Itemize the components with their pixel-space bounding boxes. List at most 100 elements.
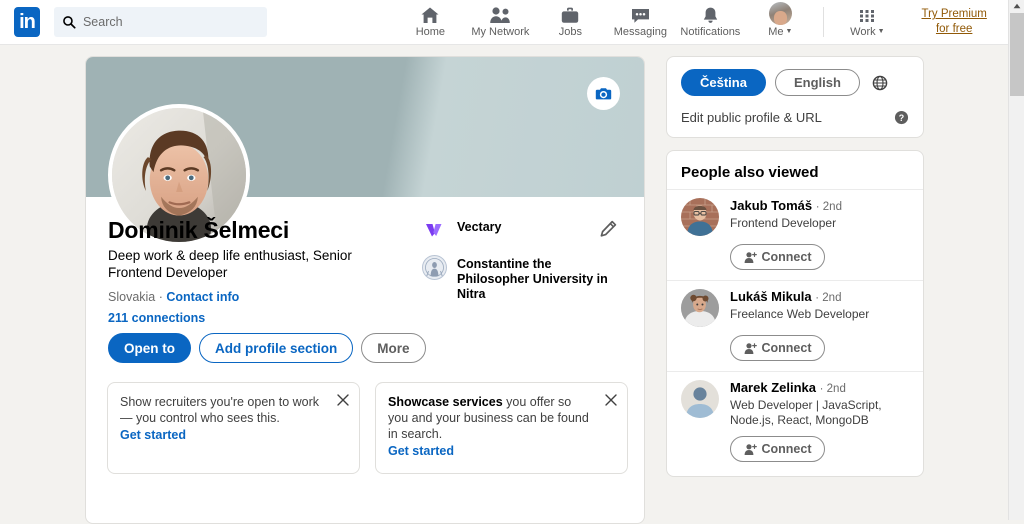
open-to-button[interactable]: Open to [108, 333, 191, 363]
connect-button[interactable]: Connect [730, 335, 825, 361]
camera-icon [595, 86, 612, 102]
search-box[interactable] [54, 7, 267, 37]
promo-get-started-link[interactable]: Get started [388, 444, 454, 458]
edit-public-profile-row[interactable]: Edit public profile & URL ? [681, 110, 909, 125]
avatar [681, 380, 719, 418]
globe-icon[interactable] [872, 75, 888, 91]
connect-label: Connect [762, 341, 812, 355]
grid-apps-icon [858, 6, 876, 25]
nav-item-jobs[interactable]: Jobs [535, 0, 605, 45]
connect-person-icon [744, 342, 757, 355]
connect-button[interactable]: Connect [730, 244, 825, 270]
person-row[interactable]: Jakub Tomáš · 2nd Frontend Developer [681, 198, 909, 236]
scrollbar-up-arrow[interactable] [1009, 0, 1024, 12]
search-icon [62, 15, 76, 29]
nav-label: Work ▼ [850, 26, 884, 38]
promo-card-showcase-services: Showcase services you offer so you and y… [375, 382, 628, 474]
person-row[interactable]: Marek Zelinka · 2nd Web Developer | Java… [681, 380, 909, 428]
nav-item-messaging[interactable]: Messaging [605, 0, 675, 45]
add-profile-section-button[interactable]: Add profile section [199, 333, 353, 363]
help-question-icon[interactable]: ? [894, 110, 909, 125]
right-rail: Čeština English Edit public profile & UR… [666, 56, 924, 477]
jobs-briefcase-icon [560, 6, 580, 25]
vertical-scrollbar[interactable] [1008, 0, 1024, 520]
nav-label: Me ▼ [768, 26, 792, 38]
person-name[interactable]: Jakub Tomáš · 2nd [730, 198, 842, 215]
person-name-text: Marek Zelinka [730, 380, 816, 395]
person-subtitle: Web Developer | JavaScript, Node.js, Rea… [730, 398, 909, 428]
more-button[interactable]: More [361, 333, 425, 363]
avatar-portrait-image [681, 289, 719, 327]
organization-row-company[interactable]: Vectary [421, 217, 621, 244]
list-item: Lukáš Mikula · 2nd Freelance Web Develop… [667, 280, 923, 371]
person-name-text: Lukáš Mikula [730, 289, 812, 304]
person-info: Lukáš Mikula · 2nd Freelance Web Develop… [730, 289, 869, 322]
profile-card: Dominik Šelmeci Deep work & deep life en… [85, 56, 645, 524]
nav-label: My Network [471, 26, 529, 38]
person-info: Jakub Tomáš · 2nd Frontend Developer [730, 198, 842, 231]
connect-label: Connect [762, 250, 812, 264]
try-premium-link[interactable]: Try Premium for free [914, 7, 994, 37]
nav-item-my-network[interactable]: My Network [465, 0, 535, 45]
nav-label: Jobs [559, 26, 582, 38]
location-text: Slovakia [108, 290, 155, 304]
search-input[interactable] [83, 15, 259, 29]
scrollbar-thumb[interactable] [1010, 13, 1024, 96]
page-body: Dominik Šelmeci Deep work & deep life en… [0, 45, 1008, 520]
bell-icon [701, 6, 720, 25]
nav-items: Home My Network Jobs [395, 0, 902, 45]
contact-info-link[interactable]: Contact info [166, 290, 239, 304]
avatar [681, 198, 719, 236]
language-button-cestina[interactable]: Čeština [681, 69, 766, 96]
my-network-icon [489, 6, 511, 25]
chevron-down-icon: ▼ [786, 28, 793, 35]
people-also-viewed-title: People also viewed [667, 164, 923, 189]
nav-item-notifications[interactable]: Notifications [675, 0, 745, 45]
person-row[interactable]: Lukáš Mikula · 2nd Freelance Web Develop… [681, 289, 909, 327]
linkedin-logo-icon[interactable]: in [14, 7, 40, 37]
nav-item-me[interactable]: Me ▼ [745, 0, 815, 45]
person-name[interactable]: Lukáš Mikula · 2nd [730, 289, 869, 306]
avatar-icon [769, 6, 792, 25]
profile-info: Dominik Šelmeci Deep work & deep life en… [108, 217, 408, 325]
language-button-english[interactable]: English [775, 69, 860, 96]
language-toggle-row: Čeština English [681, 69, 909, 96]
avatar-placeholder-image [681, 380, 719, 418]
nav-item-work[interactable]: Work ▼ [832, 0, 902, 45]
location-separator: · [155, 290, 166, 304]
promo-cards: Show recruiters you're open to work — yo… [107, 382, 628, 474]
promo-text-bold: Showcase services [388, 395, 503, 409]
promo-text: Show recruiters you're open to work — yo… [120, 394, 347, 426]
connections-link[interactable]: 211 connections [108, 311, 408, 325]
nav-divider [823, 7, 824, 37]
organization-list: Vectary Constantine the Philosopher Univ… [421, 217, 621, 312]
person-degree: · 2nd [820, 383, 846, 395]
vectary-logo-icon [421, 217, 448, 244]
people-also-viewed-card: People also viewed [666, 150, 924, 477]
top-navigation-bar: in Home My N [0, 0, 1008, 45]
university-logo-icon [421, 254, 448, 281]
edit-public-profile-label[interactable]: Edit public profile & URL [681, 110, 822, 125]
svg-text:?: ? [899, 113, 904, 123]
person-info: Marek Zelinka · 2nd Web Developer | Java… [730, 380, 909, 428]
close-icon[interactable] [336, 393, 350, 407]
nav-item-home[interactable]: Home [395, 0, 465, 45]
person-subtitle: Frontend Developer [730, 216, 842, 231]
organization-name: Vectary [457, 217, 501, 235]
edit-cover-photo-button[interactable] [587, 77, 620, 110]
home-icon [420, 6, 440, 25]
close-icon[interactable] [604, 393, 618, 407]
connect-label: Connect [762, 442, 812, 456]
person-subtitle: Freelance Web Developer [730, 307, 869, 322]
nav-label-text: Me [768, 26, 783, 38]
person-name[interactable]: Marek Zelinka · 2nd [730, 380, 909, 397]
promo-get-started-link[interactable]: Get started [120, 428, 186, 442]
connect-person-icon [744, 251, 757, 264]
chevron-up-icon [1013, 3, 1021, 9]
profile-action-buttons: Open to Add profile section More [108, 333, 426, 363]
profile-headline: Deep work & deep life enthusiast, Senior… [108, 247, 408, 281]
promo-text: Showcase services you offer so you and y… [388, 394, 615, 442]
connect-button[interactable]: Connect [730, 436, 825, 462]
organization-row-school[interactable]: Constantine the Philosopher University i… [421, 254, 621, 302]
promo-card-open-to-work: Show recruiters you're open to work — yo… [107, 382, 360, 474]
